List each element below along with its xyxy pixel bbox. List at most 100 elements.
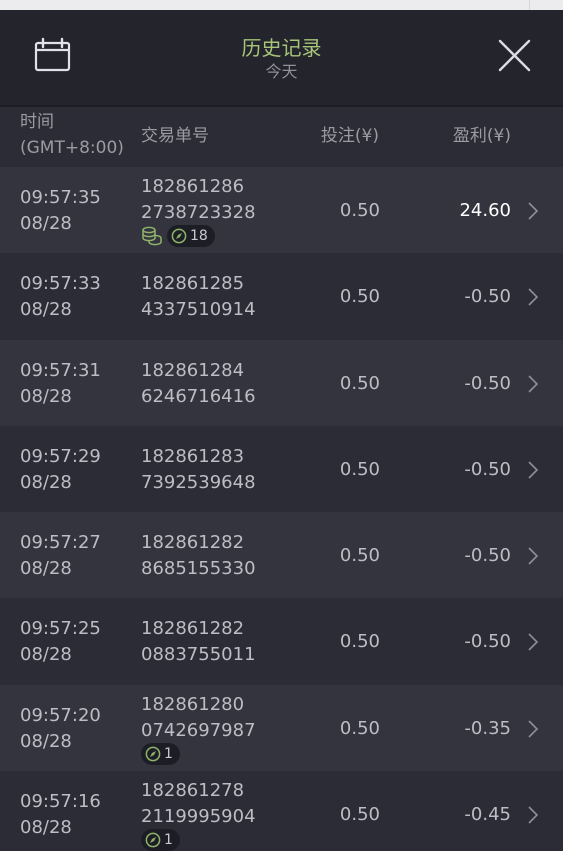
row-time-value: 09:57:25 — [20, 618, 101, 640]
row-trade-id-line1: 182861284 — [141, 359, 245, 381]
row-trade-id-line2: 8685155330 — [141, 558, 256, 580]
row-profit: -0.50 — [464, 458, 511, 480]
row-trade-id-line2: 2119995904 — [141, 806, 256, 828]
row-trade-id-line2: 0742697987 — [141, 719, 256, 741]
chevron-right-icon — [528, 288, 539, 306]
chevron-right-icon — [528, 202, 539, 220]
row-badges: 1 — [141, 829, 180, 851]
row-profit: -0.45 — [464, 804, 511, 826]
row-date-value: 08/28 — [20, 385, 72, 407]
history-row[interactable]: 09:57:35 08/28 182861286 2738723328 18 0… — [0, 167, 563, 254]
chevron-right-icon — [528, 806, 539, 824]
row-profit: -0.50 — [464, 545, 511, 567]
column-stake: 投注(¥) — [320, 126, 379, 146]
multiplier-badge: 1 — [141, 742, 180, 765]
row-profit: 24.60 — [459, 200, 511, 221]
row-trade-id: 182861283 7392539648 — [141, 444, 256, 496]
compass-icon — [145, 832, 161, 848]
row-trade-id-line1: 182861283 — [141, 445, 245, 467]
row-stake: 0.50 — [339, 545, 380, 567]
row-trade-id: 182861286 2738723328 — [141, 174, 256, 226]
chevron-right-icon — [528, 375, 539, 393]
row-trade-id-line2: 4337510914 — [141, 299, 256, 321]
chevron-right-icon — [528, 461, 539, 479]
history-row[interactable]: 09:57:31 08/28 182861284 6246716416 0.50… — [0, 339, 563, 426]
row-profit: -0.35 — [464, 717, 511, 739]
row-profit: -0.50 — [464, 286, 511, 308]
chevron-right-icon — [528, 720, 539, 738]
row-stake: 0.50 — [339, 804, 380, 826]
row-stake: 0.50 — [339, 372, 380, 394]
column-header: 时间 (GMT+8:00) 交易单号 投注(¥) 盈利(¥) — [0, 107, 563, 167]
chevron-right-icon — [528, 633, 539, 652]
row-date-value: 08/28 — [20, 644, 72, 666]
row-date-value: 08/28 — [20, 299, 72, 321]
history-row[interactable]: 09:57:27 08/28 182861282 8685155330 0.50… — [0, 512, 563, 599]
chevron-right-icon — [528, 547, 539, 565]
row-trade-id-line2: 6246716416 — [141, 385, 256, 407]
row-trade-id-line1: 182861286 — [141, 176, 245, 197]
close-button[interactable] — [494, 36, 534, 76]
row-trade-id: 182861285 4337510914 — [141, 271, 256, 323]
top-strip — [0, 0, 563, 10]
row-trade-id: 182861282 8685155330 — [141, 530, 256, 582]
row-trade-id-line2: 7392539648 — [141, 471, 256, 493]
row-trade-id-line1: 182861278 — [141, 780, 245, 802]
column-profit: 盈利(¥) — [452, 126, 511, 146]
row-date-value: 08/28 — [20, 558, 72, 580]
history-panel: 历史记录 今天 时间 (GMT+8:00) 交易单号 投注(¥) 盈利(¥) 0… — [0, 10, 563, 851]
row-time: 09:57:16 08/28 — [20, 789, 101, 841]
row-time: 09:57:33 08/28 — [20, 271, 101, 323]
row-trade-id: 182861284 6246716416 — [141, 358, 256, 410]
page-title: 历史记录 — [241, 36, 322, 60]
multiplier-badge: 1 — [141, 829, 180, 851]
row-time-value: 09:57:16 — [20, 791, 101, 813]
row-date-value: 08/28 — [20, 471, 72, 493]
row-trade-id: 182861280 0742697987 — [141, 692, 256, 744]
row-trade-id: 182861278 2119995904 — [141, 778, 256, 830]
row-stake: 0.50 — [339, 458, 380, 480]
row-time-value: 09:57:31 — [20, 359, 101, 381]
row-time-value: 09:57:27 — [20, 532, 101, 554]
row-time: 09:57:25 08/28 — [20, 616, 101, 668]
row-trade-id-line1: 182861285 — [141, 273, 245, 295]
history-list: 09:57:35 08/28 182861286 2738723328 18 0… — [0, 167, 563, 851]
row-date-value: 08/28 — [20, 817, 72, 839]
date-filter-label: 今天 — [265, 62, 298, 81]
compass-icon — [171, 228, 187, 244]
badge-count: 1 — [164, 832, 173, 849]
row-time: 09:57:29 08/28 — [20, 444, 101, 496]
history-row[interactable]: 09:57:29 08/28 182861283 7392539648 0.50… — [0, 425, 563, 513]
row-time: 09:57:20 08/28 — [20, 703, 101, 755]
row-stake: 0.50 — [339, 286, 380, 308]
panel-header: 历史记录 今天 — [0, 10, 563, 105]
history-row[interactable]: 09:57:33 08/28 182861285 4337510914 0.50… — [0, 253, 563, 340]
history-row[interactable]: 09:57:16 08/28 182861278 2119995904 1 0.… — [0, 771, 563, 851]
row-stake: 0.50 — [339, 631, 380, 653]
top-divider — [529, 0, 530, 10]
row-badges: 1 — [141, 742, 180, 765]
history-row[interactable]: 09:57:20 08/28 182861280 0742697987 1 0.… — [0, 684, 563, 772]
row-trade-id-line1: 182861282 — [141, 618, 245, 640]
row-date-value: 08/28 — [20, 213, 72, 234]
row-trade-id-line2: 2738723328 — [141, 202, 256, 223]
badge-count: 18 — [190, 228, 208, 244]
row-time-value: 09:57:20 — [20, 704, 101, 726]
row-time-value: 09:57:29 — [20, 445, 101, 467]
row-trade-id-line1: 182861282 — [141, 532, 245, 554]
row-trade-id: 182861282 0883755011 — [141, 616, 256, 668]
row-date-value: 08/28 — [20, 730, 72, 752]
row-stake: 0.50 — [339, 200, 380, 221]
row-profit: -0.50 — [464, 631, 511, 653]
row-trade-id-line2: 0883755011 — [141, 644, 256, 666]
multiplier-badge: 18 — [167, 225, 215, 247]
coins-icon — [142, 226, 162, 246]
row-trade-id-line1: 182861280 — [141, 693, 245, 715]
row-time: 09:57:27 08/28 — [20, 530, 101, 582]
row-time: 09:57:31 08/28 — [20, 358, 101, 410]
close-icon — [498, 39, 531, 72]
history-row[interactable]: 09:57:25 08/28 182861282 0883755011 0.50… — [0, 598, 563, 685]
row-profit: -0.50 — [464, 372, 511, 394]
row-time-value: 09:57:33 — [20, 273, 101, 295]
badge-count: 1 — [164, 745, 173, 762]
